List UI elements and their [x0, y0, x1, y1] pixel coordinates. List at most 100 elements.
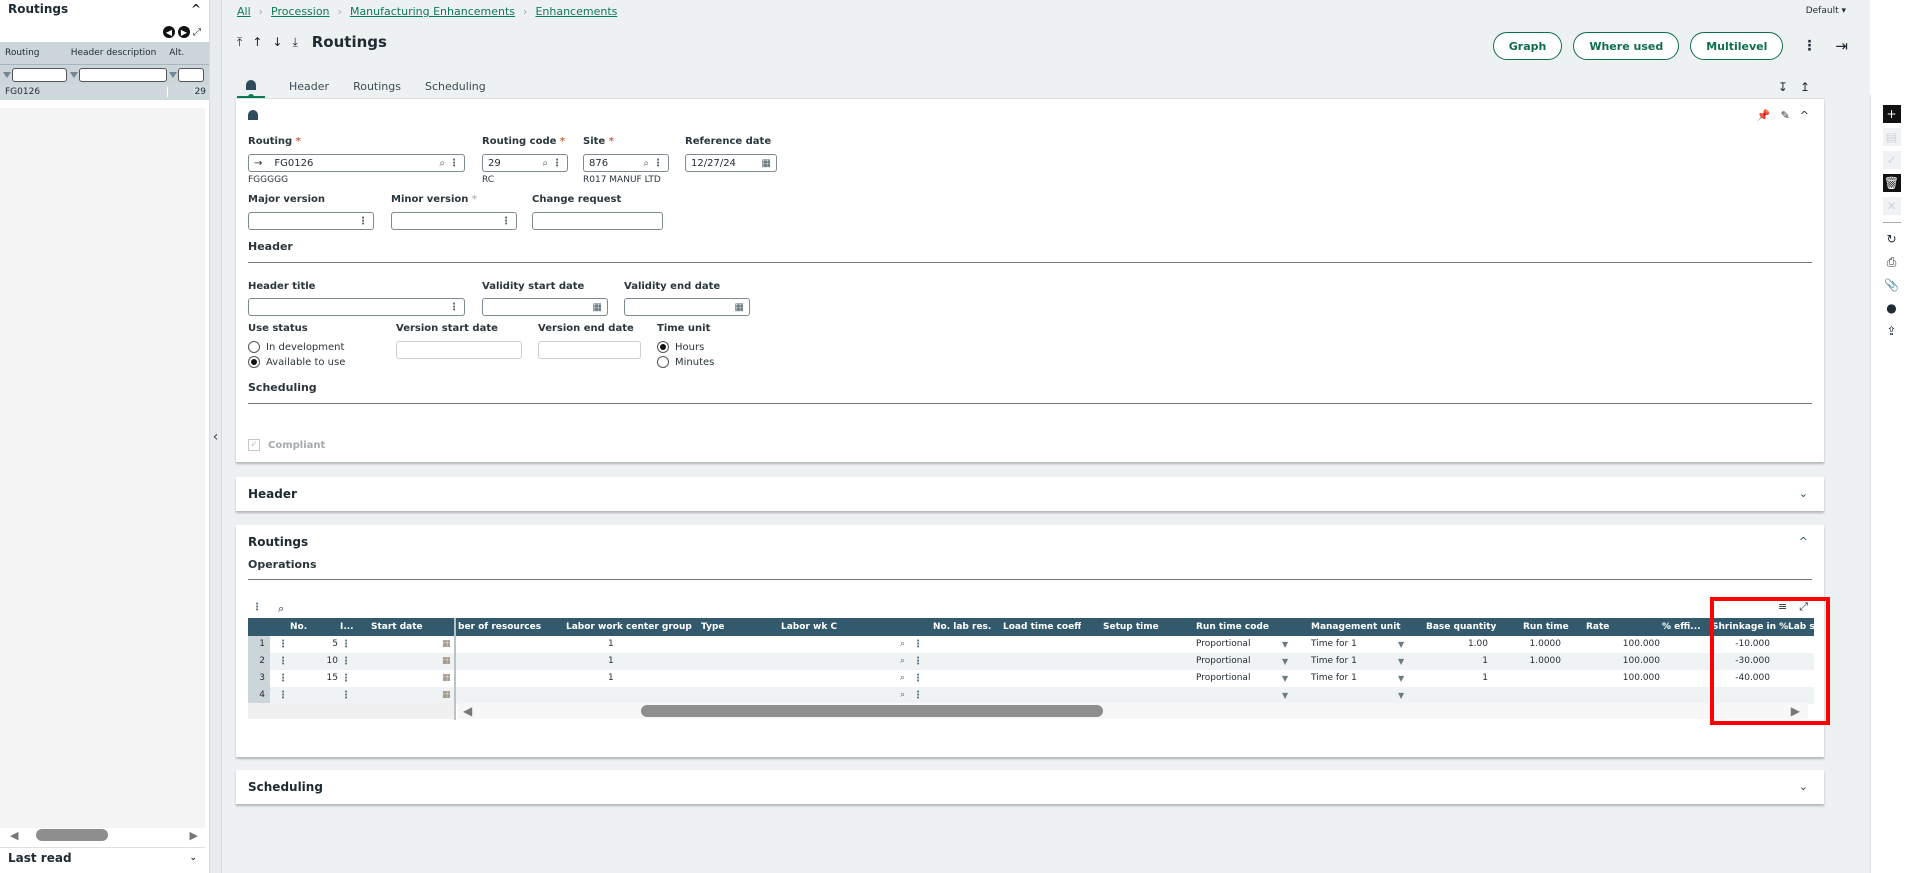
calendar-icon[interactable]: ▦	[442, 687, 451, 704]
column-header-management-unit[interactable]: Management unit	[1311, 618, 1401, 636]
scroll-left-icon[interactable]: ◀	[10, 829, 18, 842]
more-icon[interactable]: ⋮	[913, 653, 923, 670]
row-menu-icon[interactable]: ⋮	[278, 653, 288, 670]
previous-record-icon[interactable]: ↑	[252, 35, 262, 49]
search-icon[interactable]: ⌕	[542, 158, 548, 169]
row-menu-icon[interactable]: ⋮	[278, 636, 288, 653]
more-icon[interactable]: ⋮	[341, 653, 351, 670]
tab-scheduling[interactable]: Scheduling	[425, 80, 486, 93]
pin-icon[interactable]: 📌	[1757, 109, 1771, 122]
refresh-icon[interactable]: ↻	[1883, 230, 1901, 248]
last-record-icon[interactable]: ⤓	[292, 35, 297, 50]
attachment-icon[interactable]: 📎	[1883, 276, 1901, 294]
filter-alt[interactable]	[167, 67, 209, 82]
table-row[interactable]: 2 ⋮ ⋮ ▦ ⌕ ⋮ ▼ ▼ 10 1 Proportional Time for 1 1 1.0000…	[248, 653, 1814, 670]
graph-button[interactable]: Graph	[1492, 32, 1563, 60]
tab-header[interactable]: Header	[289, 80, 329, 93]
chevron-up-icon[interactable]: ^	[1799, 535, 1808, 548]
dropdown-icon[interactable]: ▼	[1398, 687, 1404, 704]
scroll-right-icon[interactable]: ▶	[190, 829, 198, 842]
first-record-icon[interactable]: ⤒	[237, 35, 242, 50]
search-icon[interactable]: ⌕	[278, 602, 284, 616]
radio-minutes[interactable]: Minutes	[657, 356, 714, 368]
panel-splitter[interactable]: ‹	[210, 0, 222, 873]
column-header-load-time-coeff[interactable]: Load time coeff	[1003, 618, 1081, 636]
header-section[interactable]: Header ⌄	[236, 477, 1824, 511]
reference-date-input[interactable]: 12/27/24 ▦	[685, 154, 777, 172]
add-icon[interactable]: +	[1882, 105, 1901, 123]
edit-icon[interactable]: ✎	[1781, 109, 1790, 122]
more-icon[interactable]: ⋮	[341, 670, 351, 687]
radio-button[interactable]	[657, 356, 669, 368]
breadcrumb-enhancements[interactable]: Enhancements	[535, 5, 617, 18]
search-icon[interactable]: ⌕	[439, 158, 445, 169]
cell-resources[interactable]: 1	[608, 636, 648, 653]
dropdown-icon[interactable]: ▼	[1282, 653, 1288, 670]
column-header-description[interactable]: Header description	[68, 48, 168, 58]
cell-management-unit[interactable]	[1311, 687, 1391, 704]
next-record-icon[interactable]: ↓	[272, 35, 282, 49]
cell-efficiency[interactable]: 100.000	[1588, 670, 1660, 687]
cell-base-quantity[interactable]: 1	[1408, 670, 1488, 687]
cell-efficiency[interactable]	[1588, 687, 1660, 704]
dropdown-icon[interactable]: ▼	[1282, 670, 1288, 687]
column-header-no[interactable]: No.	[290, 618, 307, 636]
search-icon[interactable]: ⌕	[900, 636, 905, 653]
routing-input[interactable]: → FG0126 ⌕ ⋮	[248, 154, 465, 172]
cell-base-quantity[interactable]: 1.00	[1408, 636, 1488, 653]
tab-routings[interactable]: Routings	[353, 80, 401, 93]
cell-run-time-code[interactable]: Proportional	[1196, 670, 1276, 687]
minor-version-input[interactable]: ⋮	[391, 212, 517, 230]
calendar-icon[interactable]: ▦	[593, 302, 602, 313]
row-menu-icon[interactable]: ⋮	[278, 687, 288, 704]
left-panel-scrollbar[interactable]: ◀ ▶	[6, 827, 198, 843]
previous-icon[interactable]: ◀	[163, 26, 175, 38]
scroll-left-icon[interactable]: ◀	[463, 704, 472, 718]
search-icon[interactable]: ⌕	[900, 687, 905, 704]
exit-icon[interactable]: ⇥	[1835, 37, 1848, 55]
more-icon[interactable]: ⋮	[552, 158, 562, 169]
multilevel-button[interactable]: Multilevel	[1690, 32, 1784, 60]
cell-run-time-code[interactable]: Proportional	[1196, 653, 1276, 670]
column-header-start-date[interactable]: Start date	[371, 618, 423, 636]
expand-icon[interactable]: ⤢	[1799, 600, 1808, 614]
export-icon[interactable]: ⇪	[1883, 322, 1901, 340]
scroll-thumb[interactable]	[641, 705, 1103, 717]
cell-base-quantity[interactable]: 1	[1408, 653, 1488, 670]
more-icon[interactable]: ⋮	[501, 216, 511, 227]
dropdown-icon[interactable]: ▼	[1398, 653, 1404, 670]
cell-run-time-code[interactable]	[1196, 687, 1276, 704]
more-icon[interactable]: ⋮	[913, 670, 923, 687]
more-icon[interactable]: ⋮	[358, 216, 368, 227]
column-header-routing[interactable]: Routing	[0, 48, 68, 58]
compliant-checkbox[interactable]: ✓ Compliant	[248, 439, 325, 451]
print-icon[interactable]: ⎙	[1883, 253, 1901, 271]
cancel-icon[interactable]: ✕	[1882, 197, 1901, 215]
breadcrumb-procession[interactable]: Procession	[271, 5, 330, 18]
header-title-input[interactable]: ⋮	[248, 298, 465, 316]
scroll-thumb[interactable]	[36, 829, 108, 841]
cell-run-time-code[interactable]: Proportional	[1196, 636, 1276, 653]
row-number[interactable]: 2	[248, 653, 270, 670]
grid-horizontal-scrollbar[interactable]: ◀ ▶	[458, 703, 1808, 719]
cell-efficiency[interactable]: 100.000	[1588, 653, 1660, 670]
more-icon[interactable]: ⋮	[653, 158, 663, 169]
more-icon[interactable]: ⋮	[913, 687, 923, 704]
cell-efficiency[interactable]: 100.000	[1588, 636, 1660, 653]
chevron-down-icon[interactable]: ⌄	[1799, 780, 1808, 793]
cell-run-time[interactable]	[1498, 670, 1561, 687]
row-number[interactable]: 3	[248, 670, 270, 687]
calendar-icon[interactable]: ▦	[762, 158, 771, 169]
radio-button[interactable]	[657, 341, 669, 353]
column-settings-icon[interactable]: ≡	[1778, 600, 1787, 614]
major-version-input[interactable]: ⋮	[248, 212, 374, 230]
site-input[interactable]: 876 ⌕ ⋮	[583, 154, 669, 172]
cell-shrinkage[interactable]	[1688, 687, 1770, 704]
save-icon[interactable]: ▤	[1882, 128, 1901, 146]
cell-resources[interactable]: 1	[608, 670, 648, 687]
cell-management-unit[interactable]: Time for 1	[1311, 670, 1391, 687]
more-icon[interactable]: ⋮	[449, 158, 459, 169]
column-header-setup-time[interactable]: Setup time	[1103, 618, 1159, 636]
cell-management-unit[interactable]: Time for 1	[1311, 653, 1391, 670]
last-read-header[interactable]: Last read ⌄	[0, 847, 205, 867]
